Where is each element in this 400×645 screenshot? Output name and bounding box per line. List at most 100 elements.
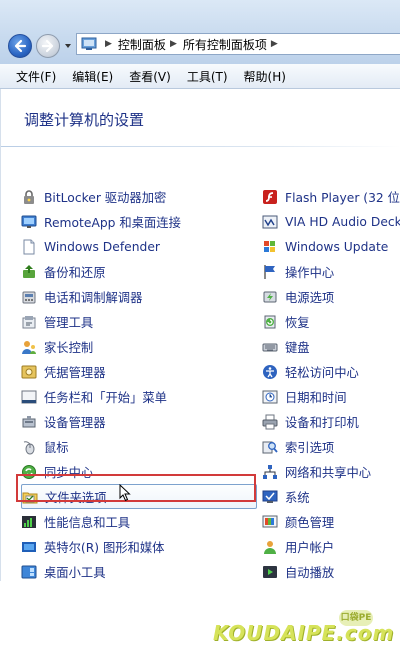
menu-view[interactable]: 查看(V) <box>121 68 179 85</box>
cp-item-taskbar[interactable]: 任务栏和「开始」菜单 <box>21 384 257 409</box>
cp-item-label: 设备管理器 <box>44 415 106 430</box>
backup-icon <box>21 264 37 280</box>
cp-item-parental-control[interactable]: 家长控制 <box>21 334 257 359</box>
cp-item-action-center[interactable]: 操作中心 <box>262 259 400 284</box>
cp-item-label: 恢复 <box>285 315 310 330</box>
cp-item-label: BitLocker 驱动器加密 <box>44 190 167 205</box>
recovery-icon <box>262 314 278 330</box>
color-management-icon <box>262 514 278 530</box>
watermark-badge: 口袋PE <box>339 610 373 626</box>
cp-item-label: 日期和时间 <box>285 390 347 405</box>
admin-tools-icon <box>21 314 37 330</box>
cp-item-bitlocker[interactable]: BitLocker 驱动器加密 <box>21 184 257 209</box>
printer-icon <box>262 414 278 430</box>
cp-item-label: 性能信息和工具 <box>44 515 131 530</box>
remoteapp-icon <box>21 214 37 230</box>
cp-item-system[interactable]: 系统 <box>262 484 400 509</box>
cp-item-intel-graphics[interactable]: 英特尔(R) 图形和媒体 <box>21 534 257 559</box>
cp-item-label: 文件夹选项 <box>45 490 107 505</box>
cp-item-network[interactable]: 网络和共享中心 <box>262 459 400 484</box>
menu-help[interactable]: 帮助(H) <box>236 68 294 85</box>
cp-item-label: RemoteApp 和桌面连接 <box>44 215 181 230</box>
cp-item-defender[interactable]: Windows Defender <box>21 234 257 259</box>
defender-icon <box>21 239 37 255</box>
credential-icon <box>21 364 37 380</box>
action-center-icon <box>262 264 278 280</box>
cp-item-mouse[interactable]: 鼠标 <box>21 434 257 459</box>
cp-item-label: 设备和打印机 <box>285 415 359 430</box>
cp-item-label: 网络和共享中心 <box>285 465 372 480</box>
cp-item-label: 用户帐户 <box>285 540 335 555</box>
cp-item-folder-options[interactable]: 文件夹选项 <box>21 484 257 509</box>
cp-item-label: 索引选项 <box>285 440 335 455</box>
cp-item-recovery[interactable]: 恢复 <box>262 309 400 334</box>
menu-bar: 文件(F) 编辑(E) 查看(V) 工具(T) 帮助(H) <box>0 64 400 89</box>
breadcrumb-separator[interactable]: ▶ <box>271 39 278 49</box>
performance-icon <box>21 514 37 530</box>
cp-item-keyboard[interactable]: 键盘 <box>262 334 400 359</box>
cp-item-remoteapp[interactable]: RemoteApp 和桌面连接 <box>21 209 257 234</box>
menu-edit[interactable]: 编辑(E) <box>64 68 121 85</box>
cp-item-label: 键盘 <box>285 340 310 355</box>
page-title: 调整计算机的设置 <box>24 111 145 129</box>
right-item-column: Flash Player (32 位) VIA HD Audio Deck Wi… <box>262 184 400 584</box>
cp-item-label: 电话和调制解调器 <box>44 290 143 305</box>
cp-item-flash[interactable]: Flash Player (32 位) <box>262 184 400 209</box>
user-accounts-icon <box>262 539 278 555</box>
cp-item-label: Windows Update <box>285 239 389 254</box>
arrow-right-icon <box>41 39 54 53</box>
indexing-icon <box>262 439 278 455</box>
keyboard-icon <box>262 339 278 355</box>
cp-item-label: 系统 <box>285 490 310 505</box>
cp-item-printers[interactable]: 设备和打印机 <box>262 409 400 434</box>
cp-item-audio-deck[interactable]: VIA HD Audio Deck <box>262 209 400 234</box>
breadcrumb-all-items[interactable]: 所有控制面板项 <box>183 36 267 53</box>
cp-item-label: 电源选项 <box>285 290 335 305</box>
address-bar[interactable]: ▶ 控制面板 ▶ 所有控制面板项 ▶ <box>76 33 400 55</box>
cp-item-admin-tools[interactable]: 管理工具 <box>21 309 257 334</box>
content-area: 调整计算机的设置 BitLocker 驱动器加密 RemoteApp 和桌面连接… <box>0 89 400 645</box>
phone-modem-icon <box>21 289 37 305</box>
cp-item-autoplay[interactable]: 自动播放 <box>262 559 400 584</box>
mouse-cursor-icon <box>119 484 131 502</box>
clock-icon <box>262 389 278 405</box>
cp-item-credential[interactable]: 凭据管理器 <box>21 359 257 384</box>
cp-item-sync[interactable]: 同步中心 <box>21 459 257 484</box>
cp-item-label: 任务栏和「开始」菜单 <box>44 390 167 405</box>
breadcrumb-separator[interactable]: ▶ <box>105 39 112 49</box>
windows-update-icon <box>262 239 278 255</box>
cp-item-label: 凭据管理器 <box>44 365 106 380</box>
cp-item-color-management[interactable]: 颜色管理 <box>262 509 400 534</box>
menu-tools[interactable]: 工具(T) <box>179 68 236 85</box>
cp-item-label: 同步中心 <box>44 465 94 480</box>
network-icon <box>262 464 278 480</box>
forward-button[interactable] <box>36 34 60 58</box>
cp-item-ease-access[interactable]: 轻松访问中心 <box>262 359 400 384</box>
cp-item-backup[interactable]: 备份和还原 <box>21 259 257 284</box>
cp-item-phone-modem[interactable]: 电话和调制解调器 <box>21 284 257 309</box>
cp-item-label: Windows Defender <box>44 239 160 254</box>
mouse-icon <box>21 439 37 455</box>
cp-item-label: 管理工具 <box>44 315 94 330</box>
breadcrumb-control-panel[interactable]: 控制面板 <box>118 36 166 53</box>
cp-item-power[interactable]: 电源选项 <box>262 284 400 309</box>
navigation-bar: ▶ 控制面板 ▶ 所有控制面板项 ▶ <box>0 0 400 64</box>
control-panel-icon <box>81 37 97 50</box>
cp-item-label: Flash Player (32 位) <box>285 190 400 205</box>
device-manager-icon <box>21 414 37 430</box>
cp-item-indexing[interactable]: 索引选项 <box>262 434 400 459</box>
history-dropdown-icon[interactable] <box>64 42 72 50</box>
cp-item-device-manager[interactable]: 设备管理器 <box>21 409 257 434</box>
back-button[interactable] <box>8 34 32 58</box>
cp-item-windows-update[interactable]: Windows Update <box>262 234 400 259</box>
cp-item-date-time[interactable]: 日期和时间 <box>262 384 400 409</box>
menu-file[interactable]: 文件(F) <box>0 68 64 85</box>
cp-item-gadgets[interactable]: 桌面小工具 <box>21 559 257 584</box>
breadcrumb-separator[interactable]: ▶ <box>170 39 177 49</box>
bitlocker-icon <box>21 189 37 205</box>
cp-item-user-accounts[interactable]: 用户帐户 <box>262 534 400 559</box>
cp-item-label: 鼠标 <box>44 440 69 455</box>
cp-item-performance[interactable]: 性能信息和工具 <box>21 509 257 534</box>
parental-control-icon <box>21 339 37 355</box>
gadgets-icon <box>21 564 37 580</box>
